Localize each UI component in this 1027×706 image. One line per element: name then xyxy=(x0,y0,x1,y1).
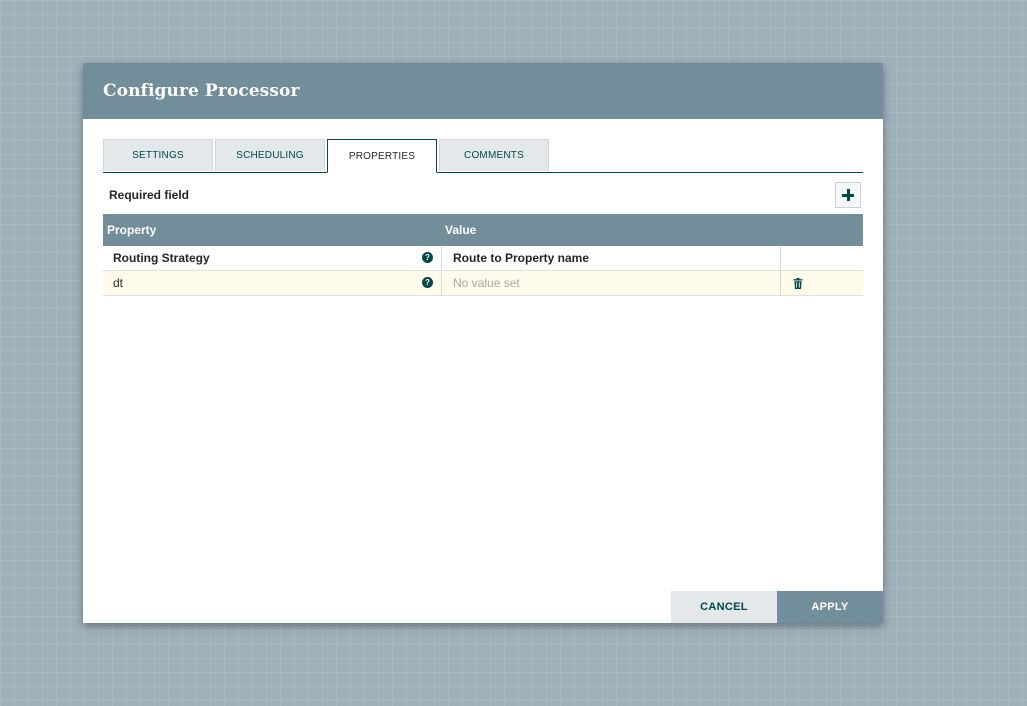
help-icon[interactable]: ? xyxy=(422,277,433,288)
trash-icon[interactable] xyxy=(793,277,803,289)
add-property-button[interactable] xyxy=(835,182,861,208)
tab-scheduling[interactable]: SCHEDULING xyxy=(215,139,325,171)
column-header-property: Property xyxy=(107,223,157,237)
apply-button[interactable]: APPLY xyxy=(777,591,883,623)
plus-icon xyxy=(842,189,854,201)
dialog-header: Configure Processor xyxy=(83,63,883,119)
required-field-label: Required field xyxy=(109,188,190,202)
property-value-cell[interactable]: No value set xyxy=(441,271,780,295)
property-value-placeholder: No value set xyxy=(453,276,520,290)
dialog-footer: CANCEL APPLY xyxy=(671,591,883,623)
properties-table: Property Value Routing Strategy ? Route … xyxy=(103,214,863,296)
configure-processor-dialog: Configure Processor SETTINGS SCHEDULING … xyxy=(83,63,883,623)
table-row[interactable]: dt ? No value set xyxy=(103,271,863,296)
tab-comments[interactable]: COMMENTS xyxy=(439,139,549,171)
tab-bar: SETTINGS SCHEDULING PROPERTIES COMMENTS xyxy=(103,139,863,173)
table-row[interactable]: Routing Strategy ? Route to Property nam… xyxy=(103,246,863,271)
table-header: Property Value xyxy=(103,214,863,246)
property-name: Routing Strategy xyxy=(113,251,210,265)
property-value-cell[interactable]: Route to Property name xyxy=(441,246,780,270)
property-name-cell[interactable]: dt ? xyxy=(103,271,441,295)
dialog-title: Configure Processor xyxy=(103,81,300,101)
tab-properties[interactable]: PROPERTIES xyxy=(327,139,437,173)
cancel-button[interactable]: CANCEL xyxy=(671,591,777,623)
column-header-value: Value xyxy=(445,223,477,237)
help-icon[interactable]: ? xyxy=(422,252,433,263)
property-name: dt xyxy=(113,276,124,290)
property-actions-cell xyxy=(780,271,863,295)
property-actions-cell xyxy=(780,246,863,270)
tab-settings[interactable]: SETTINGS xyxy=(103,139,213,171)
property-value: Route to Property name xyxy=(453,251,590,265)
property-name-cell[interactable]: Routing Strategy ? xyxy=(103,246,441,270)
